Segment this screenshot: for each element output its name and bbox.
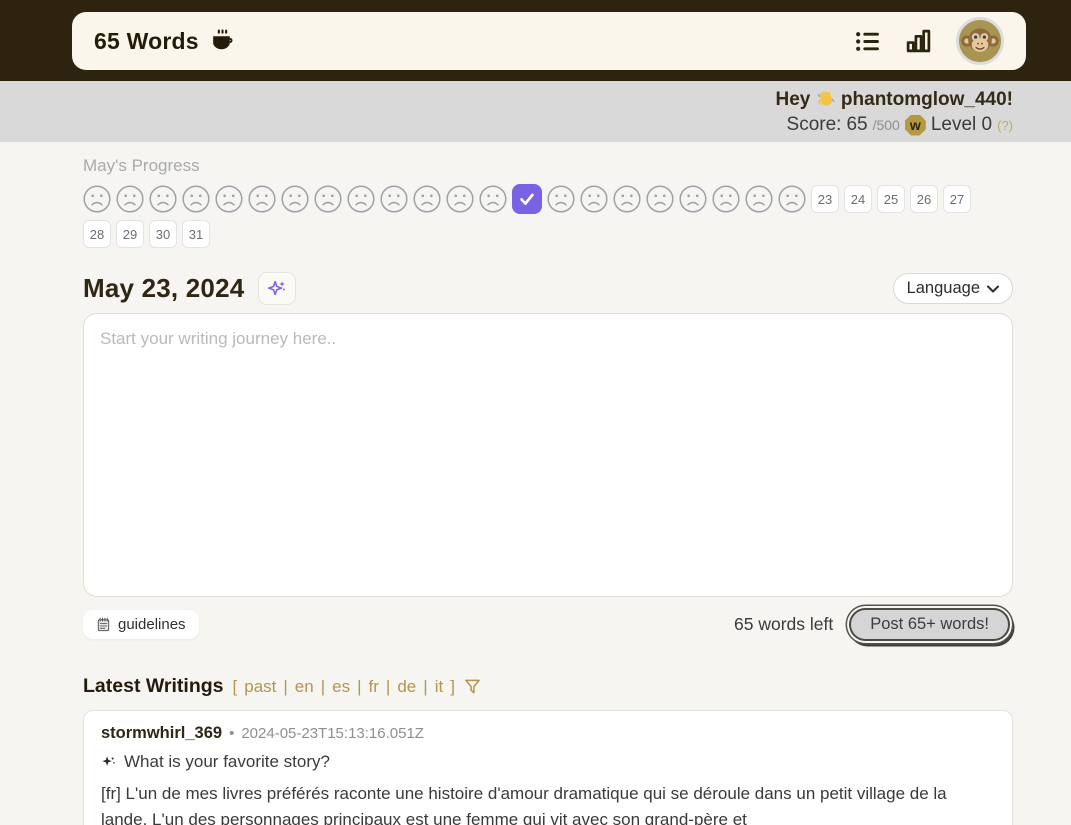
sparkles-icon <box>266 278 288 300</box>
app-title: 65 Words <box>94 27 199 54</box>
day-14-done-check[interactable] <box>512 184 542 214</box>
guidelines-button[interactable]: guidelines <box>83 610 199 639</box>
filter-separator: | <box>385 677 391 696</box>
day-12-missed-sad-face-icon[interactable] <box>446 185 474 213</box>
monkey-avatar[interactable] <box>956 17 1004 65</box>
day-22-missed-sad-face-icon[interactable] <box>778 185 806 213</box>
language-filters: [ past | en | es | fr | de | it] <box>233 677 455 697</box>
list-icon[interactable] <box>854 28 881 55</box>
filter-separator: | <box>283 677 288 696</box>
day-7-missed-sad-face-icon[interactable] <box>281 185 309 213</box>
post-separator: • <box>229 725 235 742</box>
day-23-tile[interactable]: 23 <box>811 185 839 213</box>
guidelines-label: guidelines <box>118 616 186 633</box>
words-left-counter: 65 words left <box>734 614 834 634</box>
day-10-missed-sad-face-icon[interactable] <box>380 185 408 213</box>
coffee-cup-icon <box>209 28 236 55</box>
post-button[interactable]: Post 65+ words! <box>849 608 1010 641</box>
day-29-tile[interactable]: 29 <box>116 220 144 248</box>
level-help-link[interactable]: (?) <box>997 118 1013 133</box>
words-badge-icon: w <box>904 114 926 136</box>
day-25-tile[interactable]: 25 <box>877 185 905 213</box>
post-prompt: What is your favorite story? <box>101 752 995 772</box>
post-prompt-text: What is your favorite story? <box>124 752 330 771</box>
day-11-missed-sad-face-icon[interactable] <box>413 185 441 213</box>
day-5-missed-sad-face-icon[interactable] <box>215 185 243 213</box>
date-title: May 23, 2024 <box>83 273 245 303</box>
day-6-missed-sad-face-icon[interactable] <box>248 185 276 213</box>
waving-hand-icon <box>816 88 836 108</box>
day-21-missed-sad-face-icon[interactable] <box>745 185 773 213</box>
header-actions <box>854 17 1004 65</box>
filter-separator: | <box>423 677 428 696</box>
day-4-missed-sad-face-icon[interactable] <box>182 185 210 213</box>
day-8-missed-sad-face-icon[interactable] <box>314 185 342 213</box>
score-value: 65 <box>846 114 868 135</box>
day-15-missed-sad-face-icon[interactable] <box>547 185 575 213</box>
score-line: Score: 65/500 w Level 0 (?) <box>0 114 1013 136</box>
day-20-missed-sad-face-icon[interactable] <box>712 185 740 213</box>
writing-textarea[interactable] <box>83 313 1013 597</box>
day-31-tile[interactable]: 31 <box>182 220 210 248</box>
filter-de[interactable]: de <box>397 677 416 697</box>
notepad-icon <box>96 617 111 632</box>
day-18-missed-sad-face-icon[interactable] <box>646 185 674 213</box>
latest-writings-title: Latest Writings <box>83 675 224 697</box>
main-content: May's Progress 23 24 25 26 27 28 29 30 31 May 2… <box>83 156 1013 825</box>
day-17-missed-sad-face-icon[interactable] <box>613 185 641 213</box>
day-27-tile[interactable]: 27 <box>943 185 971 213</box>
day-28-tile[interactable]: 28 <box>83 220 111 248</box>
day-19-missed-sad-face-icon[interactable] <box>679 185 707 213</box>
greeting-banner: Hey phantomglow_440! Score: 65/500 w Lev… <box>0 81 1071 142</box>
app-header: 65 Words <box>0 0 1071 81</box>
day-16-missed-sad-face-icon[interactable] <box>580 185 608 213</box>
day-1-missed-sad-face-icon[interactable] <box>83 185 111 213</box>
chevron-down-icon <box>987 285 999 293</box>
language-dropdown[interactable]: Language <box>892 273 1013 304</box>
day-30-tile[interactable]: 30 <box>149 220 177 248</box>
score-label: Score: <box>786 114 842 135</box>
day-26-tile[interactable]: 26 <box>910 185 938 213</box>
post-card: stormwhirl_369 • 2024-05-23T15:13:16.051… <box>83 710 1013 825</box>
latest-writings-header: Latest Writings [ past | en | es | fr | de | it] <box>83 675 1013 698</box>
filter-es[interactable]: es <box>332 677 350 697</box>
post-header: stormwhirl_369 • 2024-05-23T15:13:16.051… <box>101 724 995 743</box>
filter-separator: | <box>357 677 362 696</box>
score-max: /500 <box>872 117 900 133</box>
greeting-username: phantomglow_440! <box>840 89 1013 110</box>
language-dropdown-label: Language <box>906 279 980 297</box>
post-body: [fr] L'un de mes livres préférés raconte… <box>101 784 947 825</box>
day-24-tile[interactable]: 24 <box>844 185 872 213</box>
sparkle-icon <box>101 755 116 770</box>
editor-header: May 23, 2024 Language <box>83 272 1013 305</box>
greeting-line: Hey phantomglow_440! <box>0 88 1014 111</box>
filter-bracket-close: ] <box>450 677 455 696</box>
funnel-icon[interactable] <box>464 678 481 695</box>
bar-chart-icon[interactable] <box>905 28 932 55</box>
progress-row-1: 23 24 25 26 27 <box>83 184 1013 214</box>
progress-row-2: 28 29 30 31 <box>83 220 1013 248</box>
filter-separator: | <box>320 677 326 696</box>
day-13-missed-sad-face-icon[interactable] <box>479 185 507 213</box>
post-author[interactable]: stormwhirl_369 <box>101 724 222 743</box>
header-bar: 65 Words <box>72 12 1026 70</box>
post-timestamp: 2024-05-23T15:13:16.051Z <box>241 725 424 742</box>
filter-past[interactable]: past <box>244 677 276 697</box>
day-2-missed-sad-face-icon[interactable] <box>116 185 144 213</box>
level-label: Level 0 <box>930 114 993 135</box>
filter-fr[interactable]: fr <box>369 677 379 697</box>
filter-bracket-open: [ <box>232 677 238 696</box>
editor-controls: guidelines 65 words left Post 65+ words! <box>83 608 1013 641</box>
filter-en[interactable]: en <box>295 677 314 697</box>
filter-it[interactable]: it <box>435 677 444 697</box>
app-logo[interactable]: 65 Words <box>94 28 236 55</box>
day-9-missed-sad-face-icon[interactable] <box>347 185 375 213</box>
greeting-hello: Hey <box>775 89 811 110</box>
progress-title: May's Progress <box>83 156 200 175</box>
day-3-missed-sad-face-icon[interactable] <box>149 185 177 213</box>
prompt-suggest-button[interactable] <box>258 272 297 305</box>
